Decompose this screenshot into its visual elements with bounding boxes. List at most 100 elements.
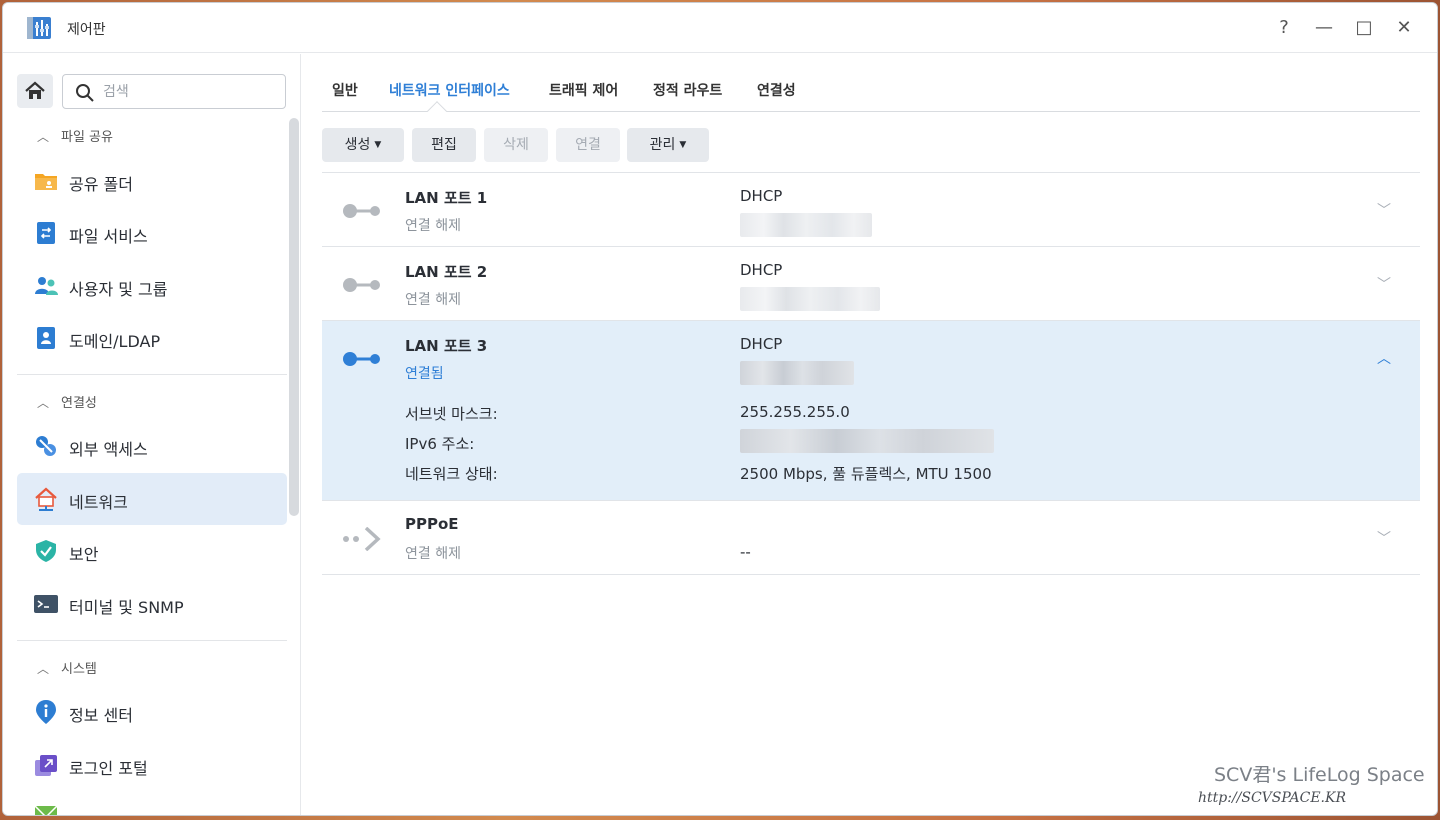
sidebar-item-label: 도메인/LDAP	[69, 332, 161, 351]
sidebar-item-label: 정보 센터	[69, 706, 133, 725]
interface-name: LAN 포트 1	[405, 189, 488, 207]
home-icon	[25, 81, 45, 99]
help-button[interactable]: ?	[1271, 15, 1297, 41]
sidebar-item-terminal-snmp[interactable]: 터미널 및 SNMP	[17, 578, 287, 630]
interface-method: DHCP	[740, 335, 783, 353]
interface-method: --	[740, 543, 751, 561]
sidebar-item-users-groups[interactable]: 사용자 및 그룹	[17, 260, 287, 312]
interface-row-lan3[interactable]: LAN 포트 3 연결됨 DHCP ︿ 서브넷 마스크: 255.255.255…	[322, 320, 1420, 500]
network-state-value: 2500 Mbps, 풀 듀플렉스, MTU 1500	[740, 465, 992, 483]
minimize-button[interactable]: —	[1311, 15, 1337, 41]
sidebar-item-domain-ldap[interactable]: 도메인/LDAP	[17, 312, 287, 364]
connect-button[interactable]: 연결	[556, 128, 620, 162]
active-tab-indicator	[427, 101, 447, 121]
manage-button[interactable]: 관리 ▼	[627, 128, 709, 162]
section-label: 파일 공유	[61, 130, 113, 145]
file-services-icon	[37, 222, 55, 244]
tab-network-interface[interactable]: 네트워크 인터페이스	[389, 80, 510, 100]
control-panel-window: 제어판 ? — □ ✕ ︿ 파일 공유	[2, 2, 1438, 816]
lan-port-disconnected-icon	[343, 278, 380, 292]
tab-traffic-control[interactable]: 트래픽 제어	[549, 80, 618, 100]
interface-name: LAN 포트 3	[405, 337, 488, 355]
delete-button[interactable]: 삭제	[484, 128, 548, 162]
shared-folder-icon	[35, 174, 57, 190]
chevron-up-icon: ︿	[37, 130, 50, 144]
search-field[interactable]	[62, 74, 286, 109]
users-groups-icon	[35, 277, 58, 295]
tab-connectivity[interactable]: 연결성	[757, 80, 796, 100]
chevron-down-icon[interactable]: ﹀	[1372, 273, 1396, 297]
sidebar-item-security[interactable]: 보안	[17, 525, 287, 577]
interface-status: 연결 해제	[405, 218, 461, 234]
subnet-mask-label: 서브넷 마스크:	[405, 405, 498, 423]
sidebar-item-info-center[interactable]: 정보 센터	[17, 686, 287, 738]
create-label: 생성	[344, 137, 371, 153]
ipv6-address-redacted	[740, 429, 994, 453]
sidebar-divider	[17, 374, 287, 375]
ipv6-label: IPv6 주소:	[405, 435, 475, 453]
sidebar-item-login-portal[interactable]: 로그인 포털	[17, 739, 287, 791]
chevron-up-icon[interactable]: ︿	[1372, 347, 1396, 371]
ip-address-redacted	[740, 287, 880, 311]
watermark-title: SCV君's LifeLog Space	[1214, 764, 1425, 786]
lan-port-connected-icon	[343, 352, 380, 366]
sidebar-divider	[17, 640, 287, 641]
region-options-icon	[34, 805, 58, 815]
maximize-button[interactable]: □	[1351, 15, 1377, 41]
lan-port-disconnected-icon	[343, 204, 380, 218]
tab-bar: 일반 네트워크 인터페이스 트래픽 제어 정적 라우트 연결성	[322, 54, 1420, 121]
manage-label: 관리	[649, 137, 676, 153]
sidebar-item-label: 로그인 포털	[69, 759, 148, 778]
sidebar-item-file-services[interactable]: 파일 서비스	[17, 207, 287, 259]
sidebar-item-partial[interactable]	[17, 791, 287, 815]
interface-row-lan1[interactable]: LAN 포트 1 연결 해제 DHCP ﹀	[322, 172, 1420, 246]
chevron-up-icon: ︿	[37, 662, 50, 676]
section-header-connectivity[interactable]: ︿ 연결성	[37, 392, 97, 412]
interface-row-pppoe[interactable]: PPPoE 연결 해제 -- ﹀	[322, 500, 1420, 574]
interface-status: 연결 해제	[405, 546, 461, 562]
pppoe-icon	[343, 527, 381, 551]
interface-status: 연결 해제	[405, 292, 461, 308]
sidebar-item-label: 터미널 및 SNMP	[69, 598, 184, 617]
sidebar-scrollbar[interactable]	[289, 118, 299, 516]
subnet-mask-value: 255.255.255.0	[740, 403, 850, 421]
section-header-system[interactable]: ︿ 시스템	[37, 658, 97, 678]
shield-icon	[36, 540, 56, 562]
section-label: 연결성	[61, 396, 97, 411]
title-bar: 제어판 ? — □ ✕	[3, 3, 1437, 53]
sidebar-item-label: 파일 서비스	[69, 227, 148, 246]
chevron-down-icon[interactable]: ﹀	[1372, 527, 1396, 551]
search-input[interactable]	[103, 82, 273, 102]
domain-ldap-icon	[37, 327, 55, 349]
chevron-up-icon: ︿	[37, 396, 50, 410]
ip-address-redacted	[740, 361, 854, 385]
chevron-down-icon[interactable]: ﹀	[1372, 199, 1396, 223]
tab-general[interactable]: 일반	[332, 80, 358, 100]
sidebar-item-external-access[interactable]: 외부 액세스	[17, 420, 287, 472]
caret-down-icon: ▼	[374, 140, 382, 150]
interface-status: 연결됨	[405, 366, 444, 382]
login-portal-icon	[35, 755, 57, 776]
interface-method: DHCP	[740, 187, 783, 205]
caret-down-icon: ▼	[679, 140, 687, 150]
sidebar-item-label: 공유 폴더	[69, 175, 133, 194]
terminal-icon	[34, 595, 58, 613]
sidebar-item-network[interactable]: 네트워크	[17, 473, 287, 525]
create-button[interactable]: 생성 ▼	[322, 128, 404, 162]
interface-name: LAN 포트 2	[405, 263, 488, 281]
sidebar-item-label: 보안	[69, 545, 99, 564]
main-panel: 일반 네트워크 인터페이스 트래픽 제어 정적 라우트 연결성 생성 ▼ 편집 삭…	[302, 54, 1437, 815]
sidebar-item-shared-folder[interactable]: 공유 폴더	[17, 155, 287, 207]
sidebar: ︿ 파일 공유 공유 폴더 파일 서비스 사용자 및 그룹	[3, 54, 301, 815]
watermark-url: http://SCVSPACE.KR	[1198, 790, 1347, 806]
interface-name: PPPoE	[405, 515, 459, 533]
tab-static-route[interactable]: 정적 라우트	[653, 80, 722, 100]
interface-row-lan2[interactable]: LAN 포트 2 연결 해제 DHCP ﹀	[322, 246, 1420, 320]
external-access-icon	[36, 436, 56, 456]
close-button[interactable]: ✕	[1391, 15, 1417, 41]
network-icon	[35, 487, 57, 511]
section-header-file-sharing[interactable]: ︿ 파일 공유	[37, 126, 113, 146]
home-button[interactable]	[17, 74, 53, 108]
edit-button[interactable]: 편집	[412, 128, 476, 162]
info-center-icon	[36, 700, 56, 724]
